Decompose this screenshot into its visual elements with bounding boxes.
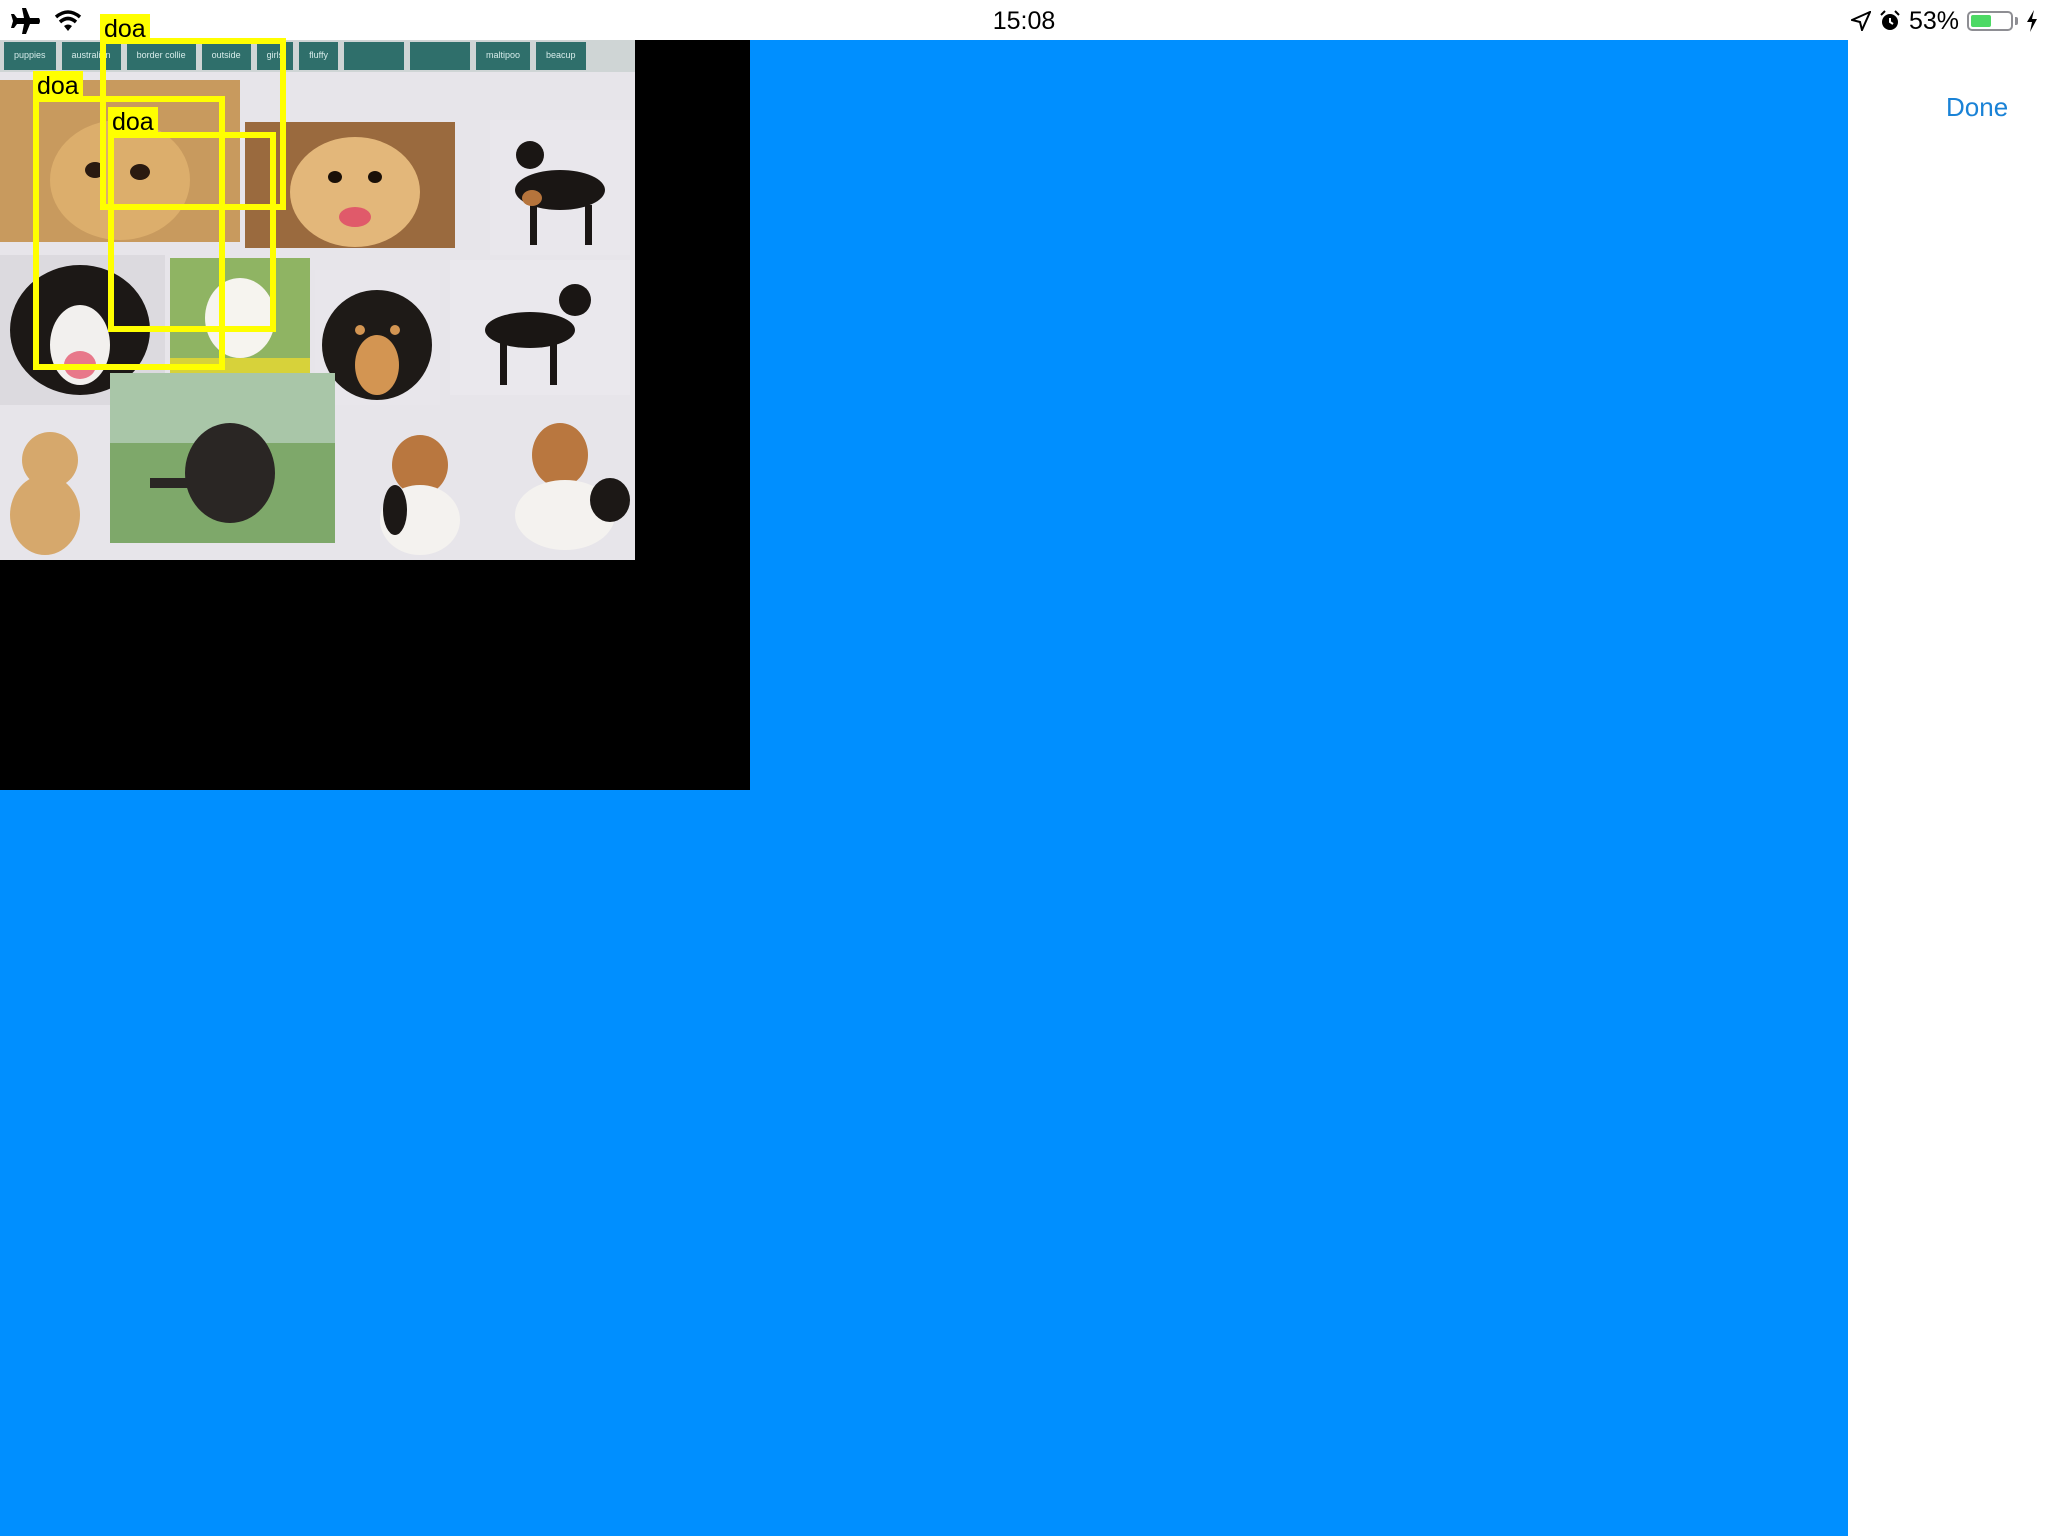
- done-button[interactable]: Done: [1946, 92, 2008, 123]
- status-right: 53%: [1850, 6, 2038, 36]
- detection-label: doa: [33, 71, 83, 101]
- tag-strip: puppies australian border collie outside…: [0, 40, 635, 72]
- battery-icon: [1967, 11, 2013, 31]
- tag-chip: puppies: [4, 42, 56, 70]
- detection-box: [108, 132, 276, 332]
- tag-chip: [343, 42, 404, 70]
- battery-fill: [1971, 15, 1991, 27]
- dog-photo: [110, 373, 335, 543]
- charging-icon: [2027, 10, 2037, 32]
- dog-photo: [0, 415, 95, 560]
- dog-photo: [500, 410, 635, 560]
- detection-label: doa: [108, 107, 158, 137]
- dog-photo: [490, 120, 630, 255]
- status-bar: 15:08 53%: [0, 0, 2048, 40]
- dog-photo: [450, 260, 630, 395]
- status-time: 15:08: [992, 7, 1056, 35]
- detection-label: doa: [100, 14, 150, 44]
- location-icon: [1850, 11, 1871, 31]
- right-panel: [1848, 40, 2048, 1536]
- dog-photo: [360, 415, 485, 560]
- tag-chip: [409, 42, 470, 70]
- tag-chip: fluffy: [299, 42, 338, 70]
- battery-tip: [2015, 17, 2018, 25]
- tag-chip: beacup: [536, 42, 586, 70]
- battery-percent: 53%: [1908, 6, 1959, 35]
- alarm-icon: [1880, 10, 1900, 30]
- tag-chip: maltipoo: [475, 42, 531, 70]
- camera-preview: puppies australian border collie outside…: [0, 14, 750, 790]
